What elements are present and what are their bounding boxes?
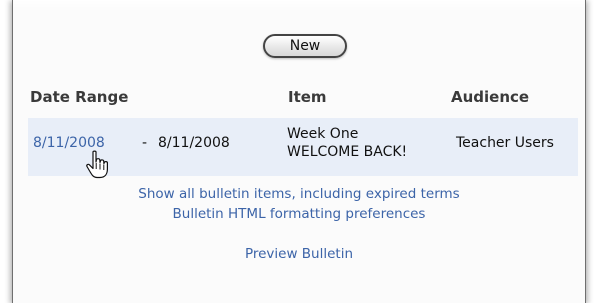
hand-pointer-icon <box>86 150 108 179</box>
header-item: Item <box>288 88 327 106</box>
start-date-link[interactable]: 8/11/2008 <box>33 135 105 151</box>
date-separator: - <box>142 135 148 151</box>
header-date-range: Date Range <box>30 88 129 106</box>
new-button[interactable]: New <box>263 34 347 58</box>
bulletin-panel: New Date Range Item Audience 8/11/2008 -… <box>12 0 586 303</box>
header-audience: Audience <box>451 88 530 106</box>
panel-top-fade <box>13 0 585 12</box>
item-title: Week One <box>287 126 359 142</box>
item-subtitle: WELCOME BACK! <box>287 144 408 160</box>
audience-value: Teacher Users <box>456 135 554 151</box>
show-all-link[interactable]: Show all bulletin items, including expir… <box>13 186 585 202</box>
preview-bulletin-link[interactable]: Preview Bulletin <box>13 246 585 262</box>
formatting-preferences-link[interactable]: Bulletin HTML formatting preferences <box>13 206 585 222</box>
end-date: 8/11/2008 <box>158 135 230 151</box>
